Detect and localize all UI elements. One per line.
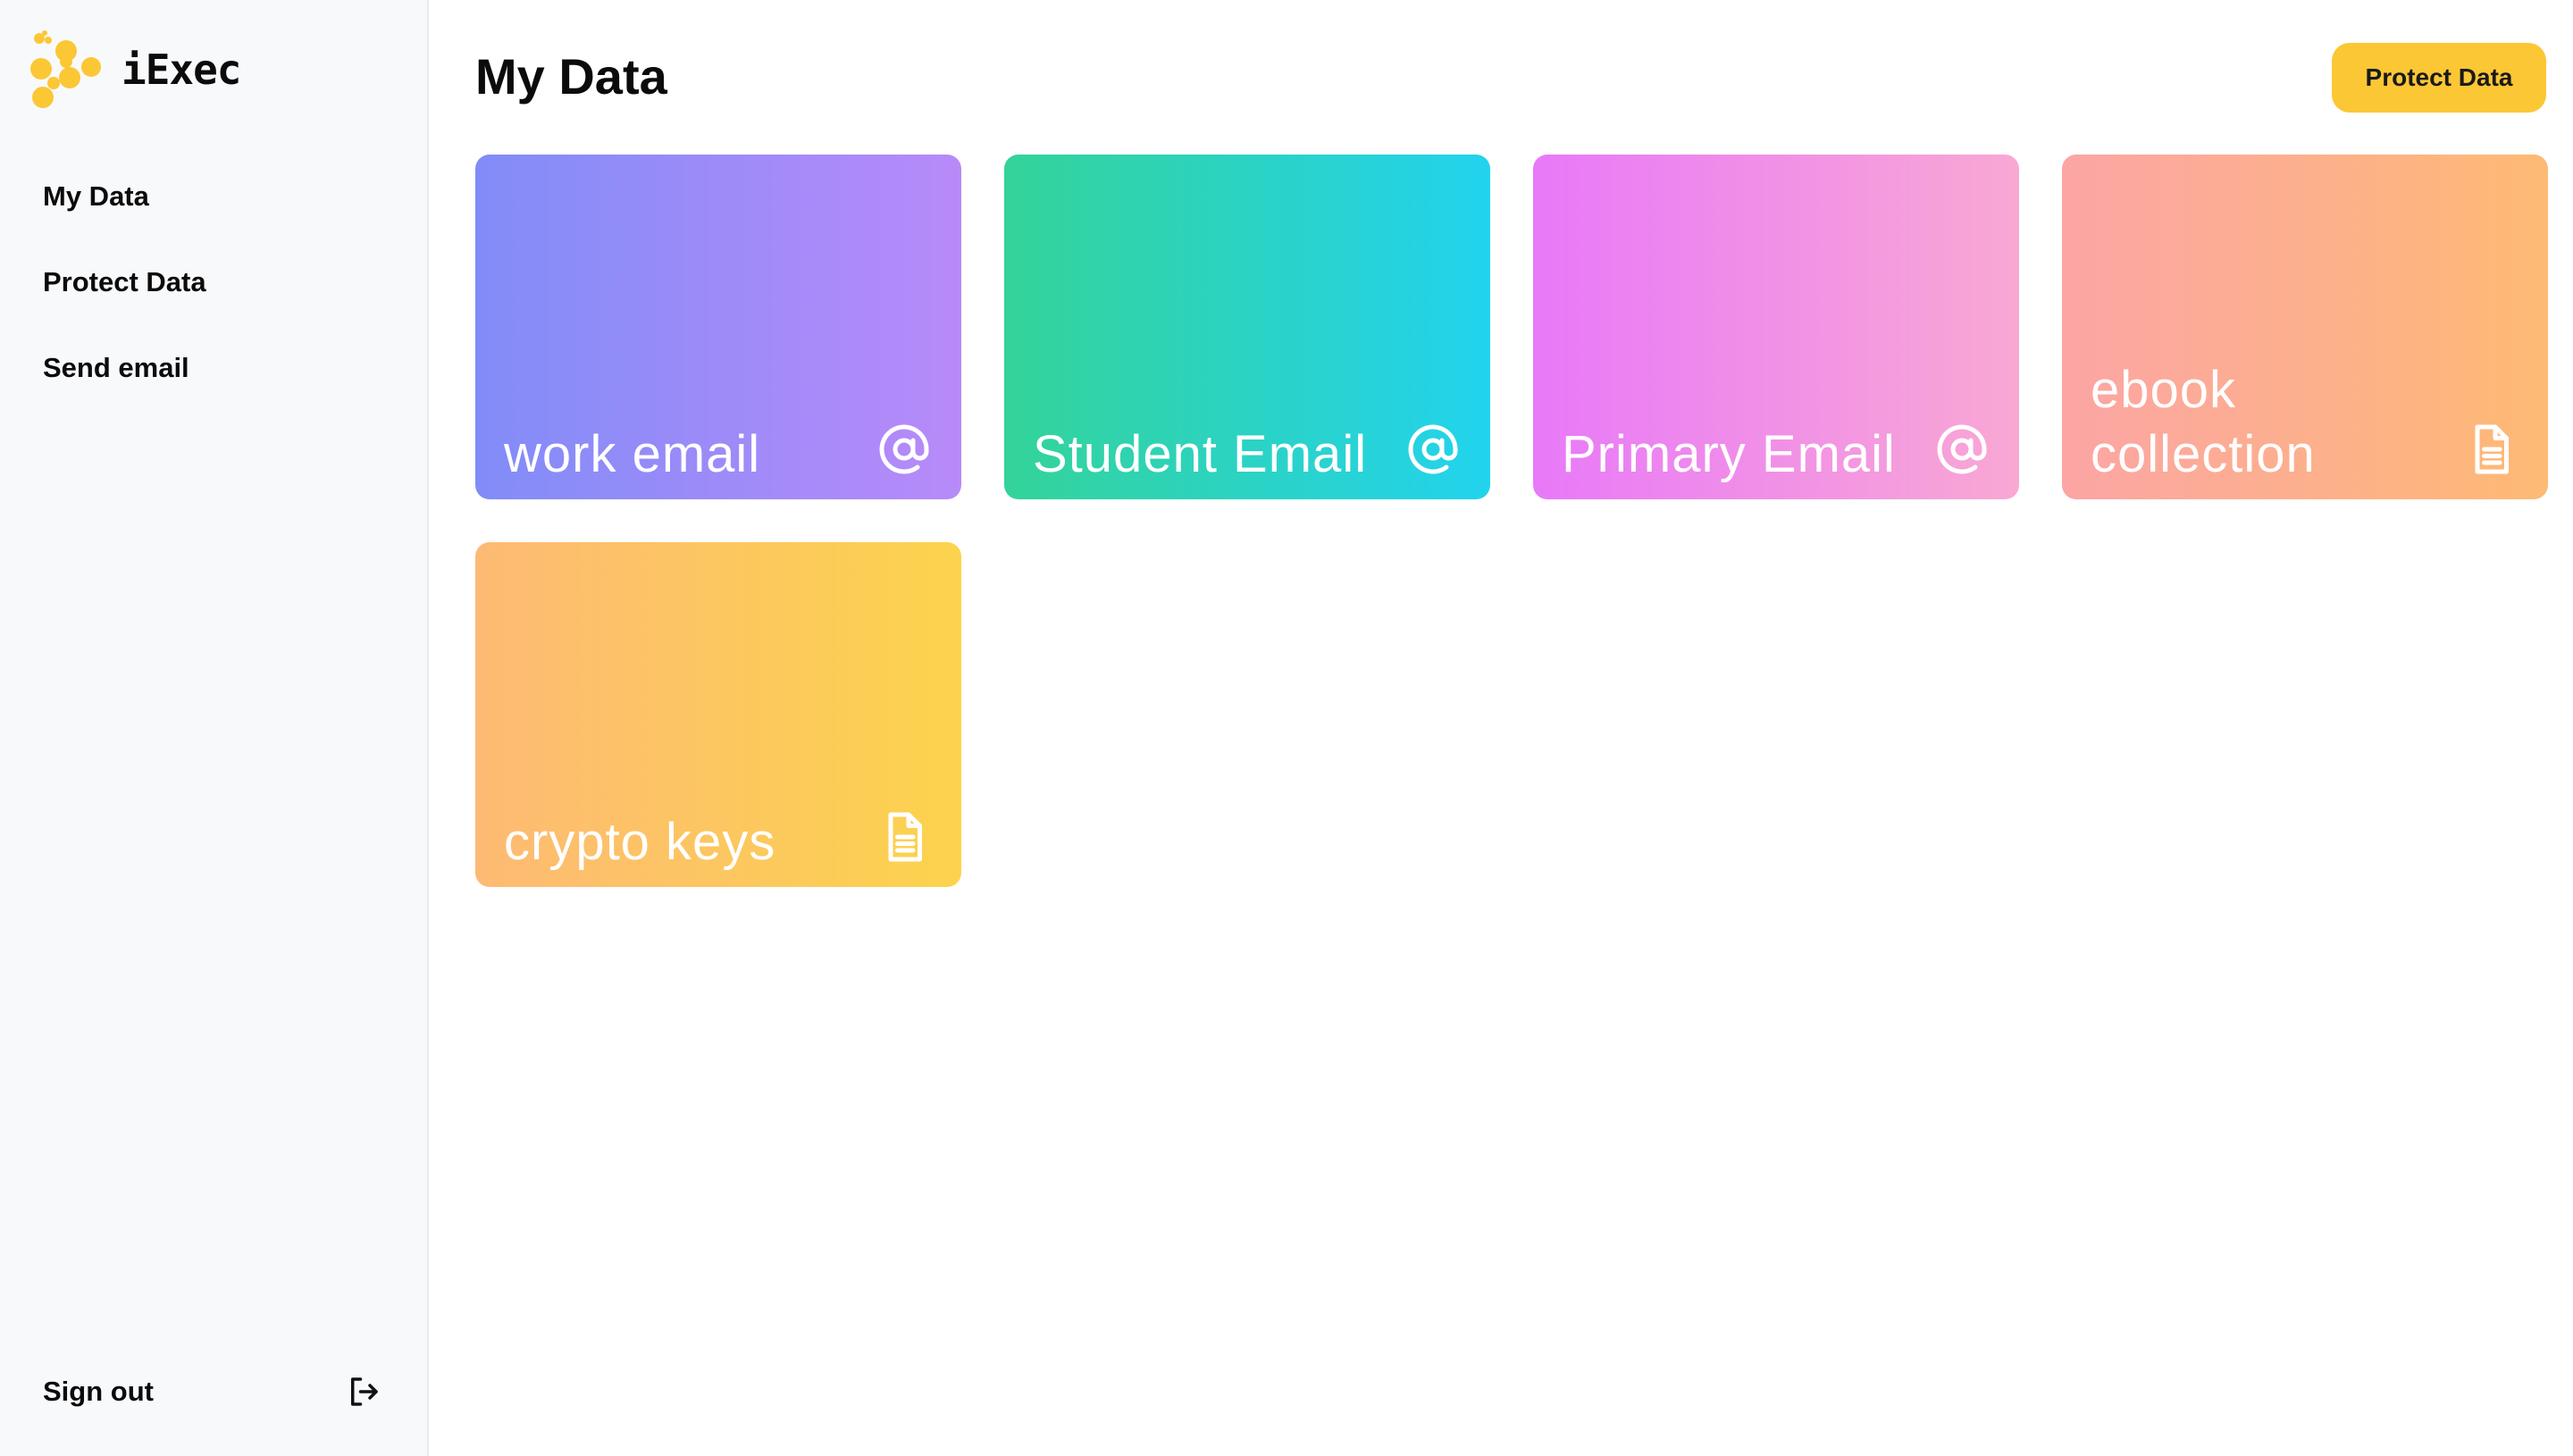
data-card-label: work email (504, 425, 761, 483)
data-card[interactable]: Primary Email (1533, 155, 2019, 499)
sign-out-icon (351, 1377, 378, 1406)
sign-out-button[interactable]: Sign out (43, 1363, 382, 1420)
protect-data-button[interactable]: Protect Data (2332, 43, 2546, 113)
page-title: My Data (475, 48, 667, 105)
iexec-logo-icon (30, 30, 101, 108)
at-icon (879, 424, 929, 474)
data-card-label: crypto keys (504, 813, 776, 871)
sidebar-item-protect-data[interactable]: Protect Data (0, 239, 427, 325)
app-root: iExec My Data Protect Data Send email Si… (0, 0, 2573, 1456)
data-card[interactable]: ebook collection (2062, 155, 2548, 499)
data-card-label: ebook collection (2091, 361, 2316, 483)
sidebar: iExec My Data Protect Data Send email Si… (0, 0, 429, 1456)
sidebar-item-my-data[interactable]: My Data (0, 154, 427, 239)
sidebar-item-send-email[interactable]: Send email (0, 325, 427, 411)
brand-name: iExec (122, 46, 241, 94)
data-card[interactable]: crypto keys (475, 542, 961, 887)
sign-out-label: Sign out (43, 1376, 154, 1407)
data-card[interactable]: Student Email (1004, 155, 1490, 499)
data-cards-grid: work email Student Email Primary Email e… (475, 155, 2548, 887)
document-icon (888, 812, 922, 862)
sidebar-nav: My Data Protect Data Send email (0, 154, 427, 411)
at-icon (1408, 424, 1458, 474)
document-icon (2475, 424, 2509, 474)
data-card-label: Student Email (1033, 425, 1368, 483)
data-card-label: Primary Email (1562, 425, 1896, 483)
data-card[interactable]: work email (475, 155, 961, 499)
brand[interactable]: iExec (27, 27, 241, 113)
at-icon (1937, 424, 1987, 474)
